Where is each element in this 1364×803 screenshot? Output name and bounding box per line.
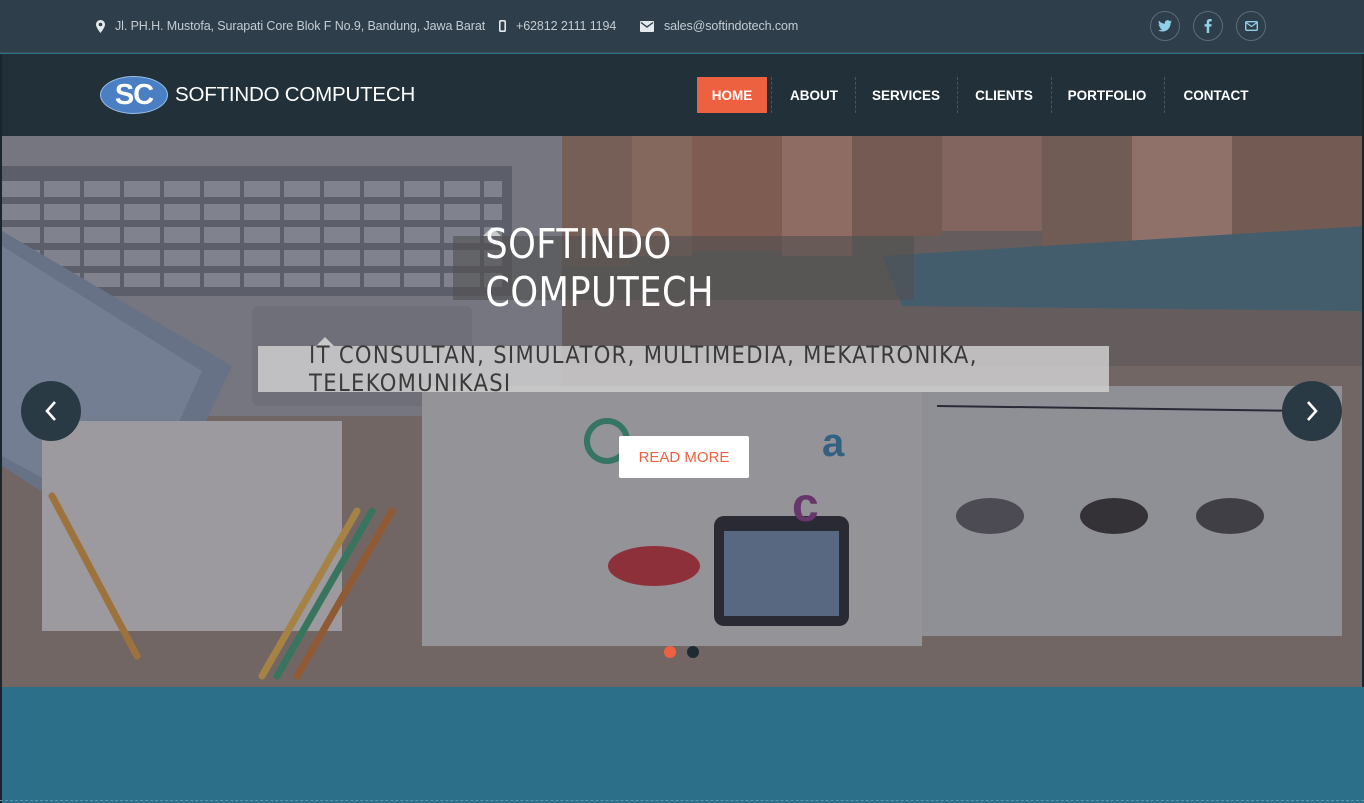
address-item: Jl. PH.H. Mustofa, Surapati Core Blok F …: [96, 17, 485, 35]
nav-separator: [957, 77, 958, 113]
nav-separator: [855, 77, 856, 113]
nav-contact[interactable]: CONTACT: [1172, 77, 1260, 113]
map-marker-icon: [96, 19, 105, 33]
slider-dot-2[interactable]: [687, 646, 699, 658]
section-band: [0, 687, 1364, 803]
email-text[interactable]: sales@softindotech.com: [664, 19, 798, 33]
nav-home[interactable]: HOME: [697, 77, 767, 113]
slide-subtitle: IT CONSULTAN, SIMULATOR, MULTIMEDIA, MEK…: [309, 341, 978, 397]
address-text: Jl. PH.H. Mustofa, Surapati Core Blok F …: [115, 19, 486, 33]
slider-next-button[interactable]: [1282, 381, 1342, 441]
email-social-link[interactable]: [1236, 11, 1266, 41]
nav-separator: [1164, 77, 1165, 113]
nav-separator: [1051, 77, 1052, 113]
mobile-phone-icon: [499, 20, 506, 32]
facebook-link[interactable]: [1193, 11, 1223, 41]
chevron-right-icon: [1307, 401, 1318, 421]
chevron-left-icon: [45, 401, 56, 421]
read-more-button[interactable]: READ MORE: [619, 436, 749, 478]
envelope-icon: [640, 20, 654, 32]
slider-prev-button[interactable]: [21, 381, 81, 441]
envelope-icon: [1244, 21, 1258, 31]
phone-text[interactable]: +62812 2111 1194: [516, 19, 616, 33]
nav-about[interactable]: ABOUT: [777, 77, 851, 113]
main-navbar: SC SOFTINDO COMPUTECH HOME ABOUT SERVICE…: [0, 54, 1364, 136]
nav-clients[interactable]: CLIENTS: [965, 77, 1043, 113]
main-nav: HOME ABOUT SERVICES CLIENTS PORTFOLIO CO…: [2, 77, 1364, 113]
hero-slider: a c SOFTINDO COMPUTECH IT CONSULTAN, SIM…: [0, 136, 1364, 687]
nav-services[interactable]: SERVICES: [863, 77, 949, 113]
nav-separator: [771, 77, 772, 113]
slide-overlay: [2, 136, 1362, 687]
slide-title: SOFTINDO COMPUTECH: [485, 220, 714, 316]
nav-portfolio[interactable]: PORTFOLIO: [1059, 77, 1155, 113]
facebook-icon: [1204, 19, 1212, 33]
email-item: sales@softindotech.com: [640, 17, 798, 35]
section-divider: [0, 800, 1364, 801]
phone-item: +62812 2111 1194: [499, 17, 616, 35]
slider-dot-1[interactable]: [664, 646, 676, 658]
top-bar: Jl. PH.H. Mustofa, Surapati Core Blok F …: [0, 0, 1364, 53]
twitter-link[interactable]: [1150, 11, 1180, 41]
twitter-icon: [1158, 20, 1172, 32]
